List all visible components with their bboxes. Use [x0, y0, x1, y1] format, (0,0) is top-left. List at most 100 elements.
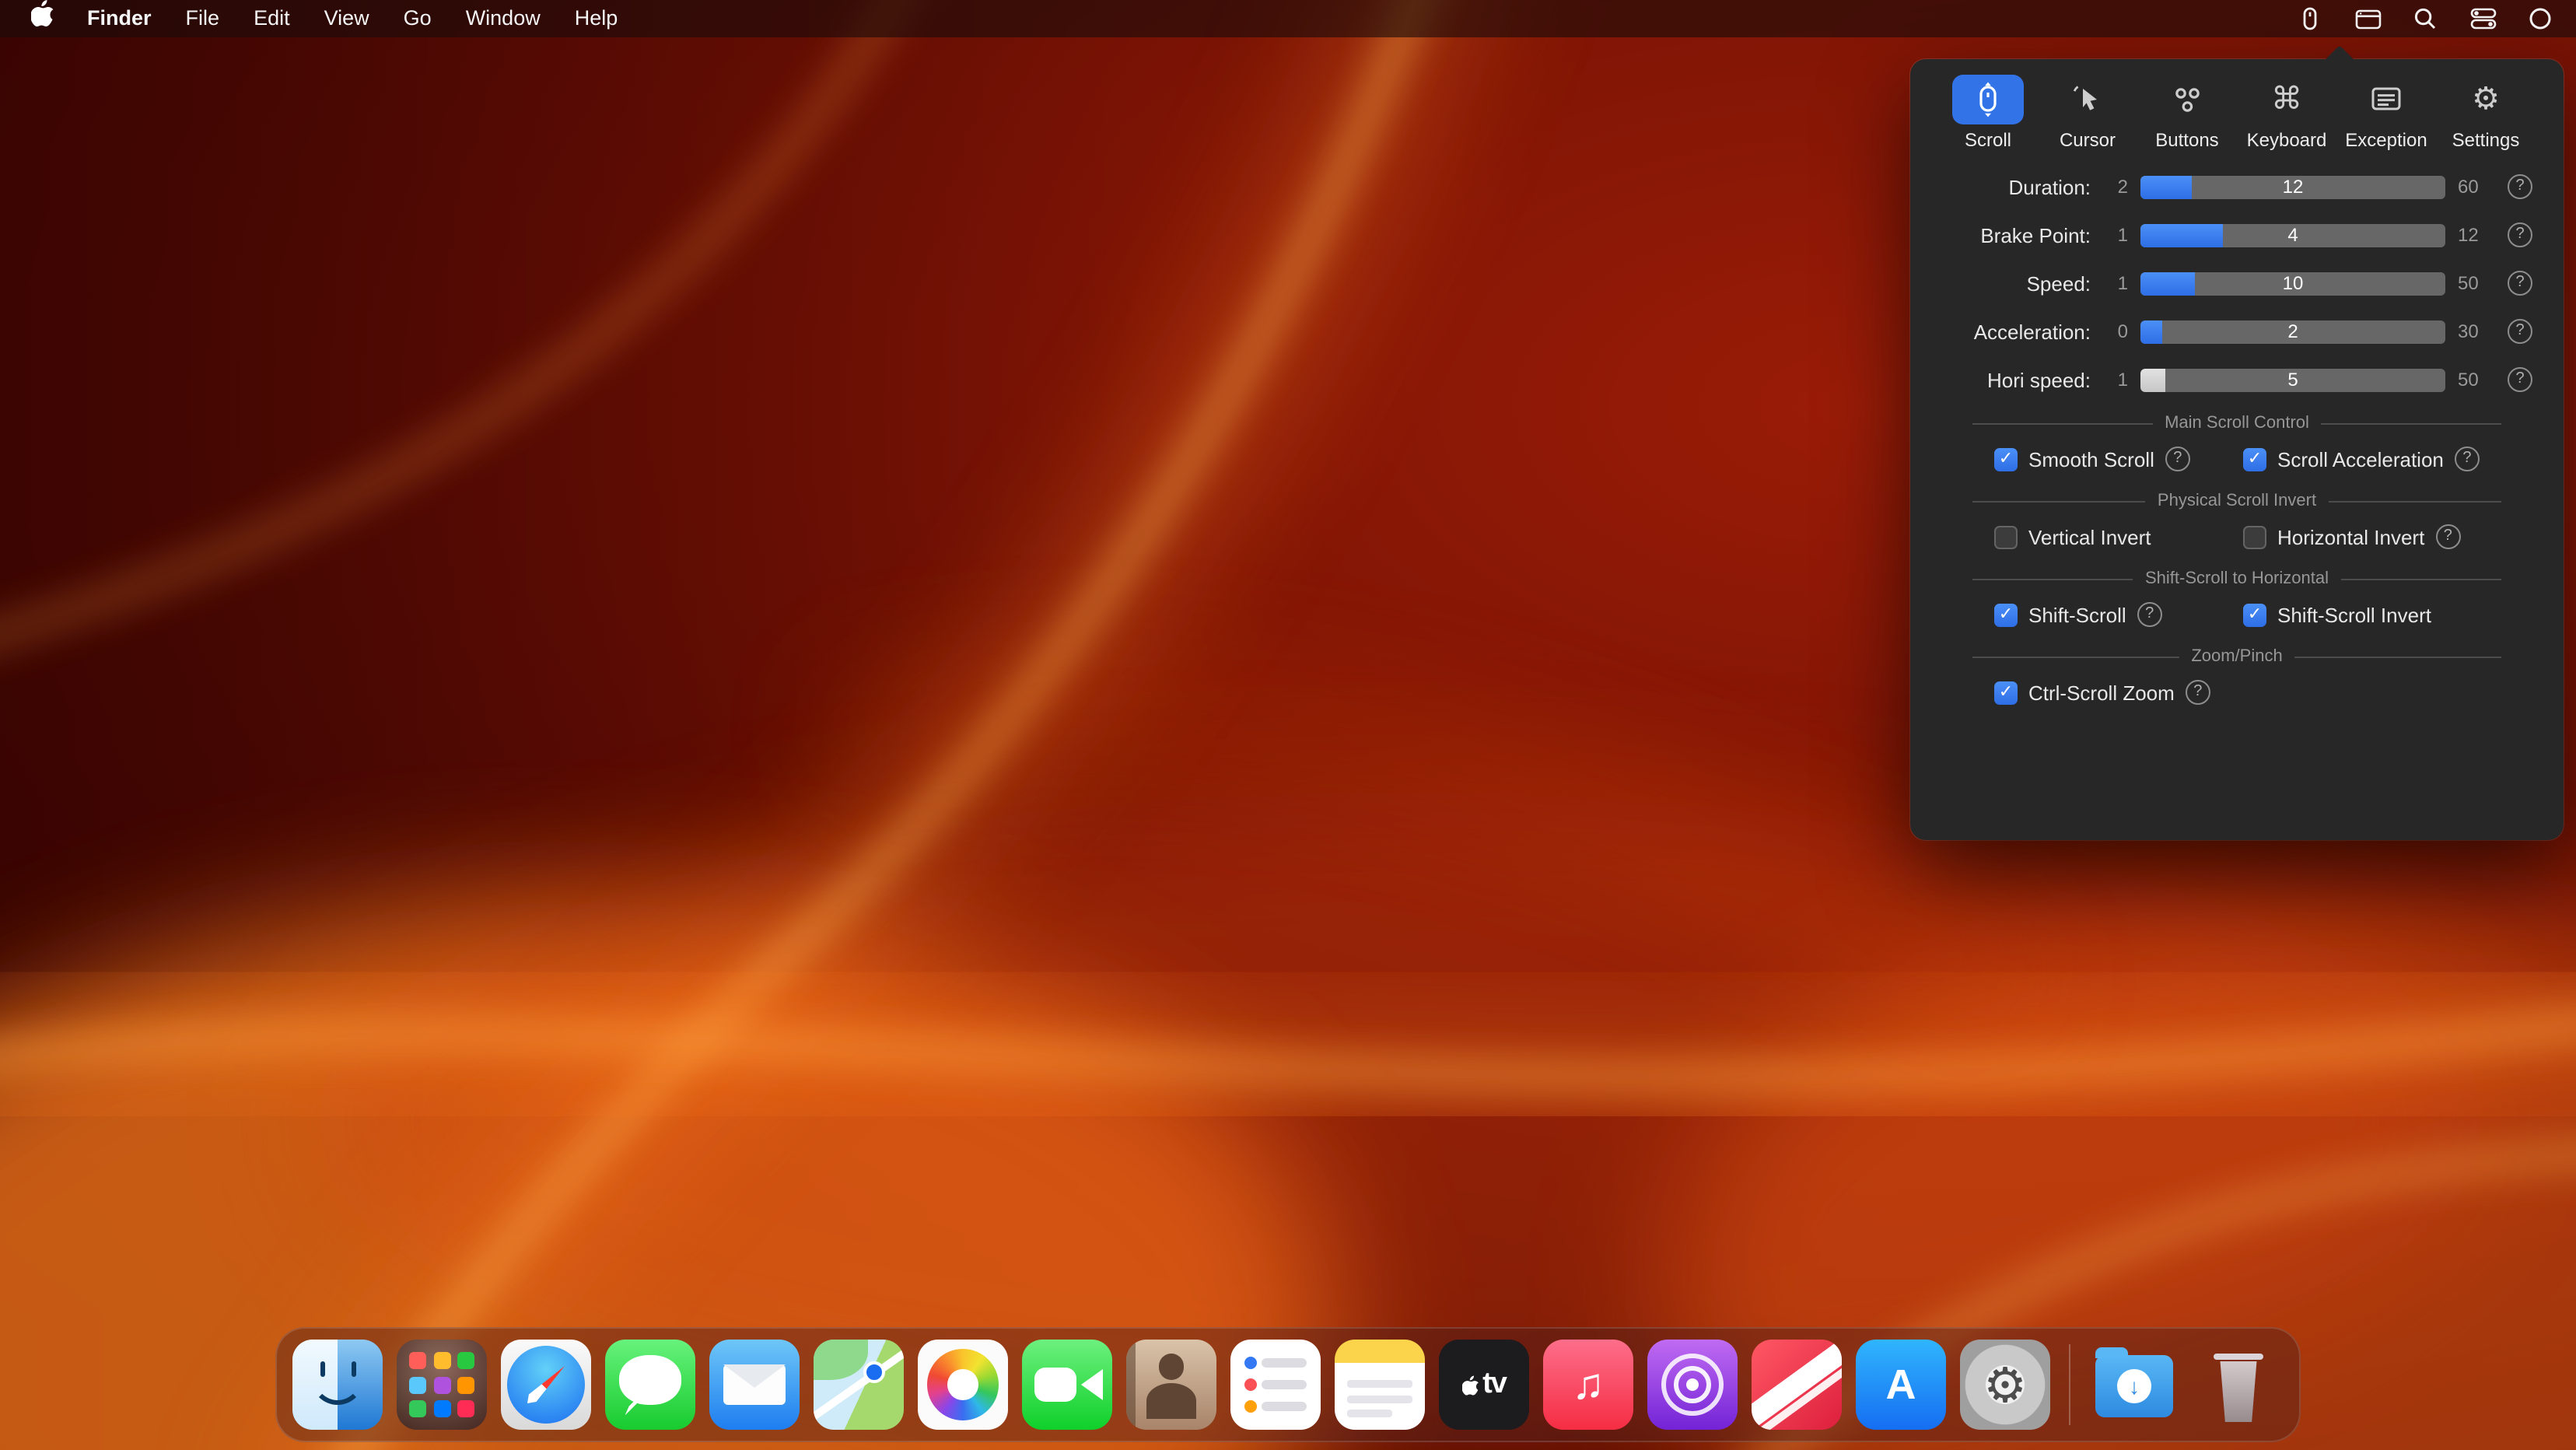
menu-file[interactable]: File [169, 0, 237, 37]
dock-system-preferences-icon[interactable]: ⚙ [1960, 1340, 2050, 1430]
menu-bar: Finder File Edit View Go Window Help [0, 0, 2576, 37]
menu-window[interactable]: Window [449, 0, 558, 37]
hori-speed-row: Hori speed: 1 5 50 [1932, 367, 2542, 392]
help-icon[interactable] [2186, 680, 2210, 705]
gear-icon: ⚙ [2450, 75, 2522, 124]
speed-max: 50 [2458, 272, 2495, 294]
acceleration-value: 2 [2140, 320, 2445, 343]
help-icon[interactable] [2508, 174, 2532, 199]
section-physical-scroll-invert: Physical Scroll Invert [1972, 492, 2501, 510]
tab-cursor[interactable]: Cursor [2042, 75, 2133, 151]
speed-row: Speed: 1 10 50 [1932, 271, 2542, 296]
help-icon[interactable] [2508, 367, 2532, 392]
checkbox-box[interactable] [2243, 603, 2266, 626]
buttons-icon [2151, 75, 2223, 124]
hori-speed-slider[interactable]: 5 [2140, 368, 2445, 391]
horizontal-invert-checkbox[interactable]: Horizontal Invert [2243, 524, 2460, 549]
dock-notes-icon[interactable] [1335, 1340, 1425, 1430]
dock-app-store-icon[interactable]: A [1856, 1340, 1946, 1430]
hori-speed-max: 50 [2458, 369, 2495, 391]
apple-menu[interactable] [19, 0, 70, 38]
brake-point-min: 1 [2103, 224, 2128, 246]
menu-help[interactable]: Help [558, 0, 635, 37]
dock-mail-icon[interactable] [709, 1340, 800, 1430]
duration-max: 60 [2458, 176, 2495, 198]
brake-point-label: Brake Point: [1932, 223, 2091, 247]
dock-safari-icon[interactable] [501, 1340, 591, 1430]
brake-point-slider[interactable]: 4 [2140, 223, 2445, 247]
menu-edit[interactable]: Edit [236, 0, 307, 37]
command-key-icon: ⌘ [2251, 75, 2322, 124]
checkbox-sections: Main Scroll Control Smooth Scroll Scroll… [1910, 414, 2564, 705]
app-menu-finder[interactable]: Finder [70, 0, 169, 37]
tab-exception[interactable]: Exception [2340, 75, 2432, 151]
dock-launchpad-icon[interactable] [397, 1340, 487, 1430]
dock-maps-icon[interactable] [814, 1340, 904, 1430]
duration-label: Duration: [1932, 175, 2091, 198]
tab-settings[interactable]: ⚙ Settings [2440, 75, 2532, 151]
acceleration-max: 30 [2458, 320, 2495, 342]
dock-podcasts-icon[interactable] [1647, 1340, 1738, 1430]
help-icon[interactable] [2137, 602, 2162, 627]
mos-mouse-icon[interactable] [2296, 5, 2324, 33]
vertical-invert-checkbox[interactable]: Vertical Invert [1994, 524, 2243, 549]
scroll-acceleration-checkbox[interactable]: Scroll Acceleration [2243, 447, 2480, 471]
duration-value: 12 [2140, 175, 2445, 198]
tab-buttons[interactable]: Buttons [2141, 75, 2233, 151]
dock-photos-icon[interactable] [918, 1340, 1008, 1430]
shift-scroll-invert-checkbox[interactable]: Shift-Scroll Invert [2243, 602, 2431, 627]
section-shift-scroll: Shift-Scroll to Horizontal [1972, 569, 2501, 588]
acceleration-label: Acceleration: [1932, 320, 2091, 343]
dock-downloads-icon[interactable] [2089, 1340, 2179, 1430]
dock-divider [2069, 1344, 2070, 1425]
circle-icon[interactable] [2526, 5, 2554, 33]
help-icon[interactable] [2508, 271, 2532, 296]
exception-list-icon [2350, 75, 2422, 124]
help-icon[interactable] [2508, 222, 2532, 247]
scroll-mouse-icon [1952, 75, 2024, 124]
tab-scroll[interactable]: Scroll [1942, 75, 2034, 151]
tab-bar: Scroll Cursor Buttons ⌘ Keyboard [1910, 59, 2564, 151]
duration-slider[interactable]: 12 [2140, 175, 2445, 198]
ctrl-scroll-zoom-checkbox[interactable]: Ctrl-Scroll Zoom [1994, 680, 2243, 705]
smooth-scroll-checkbox[interactable]: Smooth Scroll [1994, 447, 2243, 471]
help-icon[interactable] [2435, 524, 2460, 549]
checkbox-box[interactable] [1994, 447, 2018, 471]
menu-view[interactable]: View [307, 0, 387, 37]
search-icon[interactable] [2411, 5, 2439, 33]
checkbox-box[interactable] [1994, 525, 2018, 548]
dock-finder-icon[interactable] [292, 1340, 383, 1430]
checkbox-box[interactable] [2243, 525, 2266, 548]
dock-reminders-icon[interactable] [1230, 1340, 1321, 1430]
section-main-scroll-control: Main Scroll Control [1972, 414, 2501, 433]
section-zoom-pinch: Zoom/Pinch [1972, 647, 2501, 666]
menu-go[interactable]: Go [387, 0, 449, 37]
control-center-icon[interactable] [2469, 5, 2497, 33]
dock-trash-icon[interactable] [2193, 1340, 2284, 1430]
brake-point-row: Brake Point: 1 4 12 [1932, 222, 2542, 247]
help-icon[interactable] [2508, 319, 2532, 344]
dock-music-icon[interactable]: ♫ [1543, 1340, 1633, 1430]
help-icon[interactable] [2165, 447, 2190, 471]
help-icon[interactable] [2455, 447, 2480, 471]
checkbox-box[interactable] [1994, 603, 2018, 626]
dock-news-icon[interactable] [1752, 1340, 1842, 1430]
window-icon[interactable] [2354, 5, 2382, 33]
speed-min: 1 [2103, 272, 2128, 294]
speed-label: Speed: [1932, 271, 2091, 295]
speed-value: 10 [2140, 271, 2445, 295]
dock-facetime-icon[interactable] [1022, 1340, 1112, 1430]
tab-keyboard[interactable]: ⌘ Keyboard [2241, 75, 2333, 151]
speed-slider[interactable]: 10 [2140, 271, 2445, 295]
shift-scroll-checkbox[interactable]: Shift-Scroll [1994, 602, 2243, 627]
checkbox-box[interactable] [1994, 681, 2018, 704]
checkbox-box[interactable] [2243, 447, 2266, 471]
acceleration-slider[interactable]: 2 [2140, 320, 2445, 343]
dock-apple-tv-icon[interactable]: tv [1439, 1340, 1529, 1430]
dock-contacts-icon[interactable] [1126, 1340, 1216, 1430]
cursor-icon [2052, 75, 2123, 124]
dock-messages-icon[interactable] [605, 1340, 695, 1430]
hori-speed-value: 5 [2140, 368, 2445, 391]
desktop: Finder File Edit View Go Window Help [0, 0, 2576, 1450]
acceleration-row: Acceleration: 0 2 30 [1932, 319, 2542, 344]
